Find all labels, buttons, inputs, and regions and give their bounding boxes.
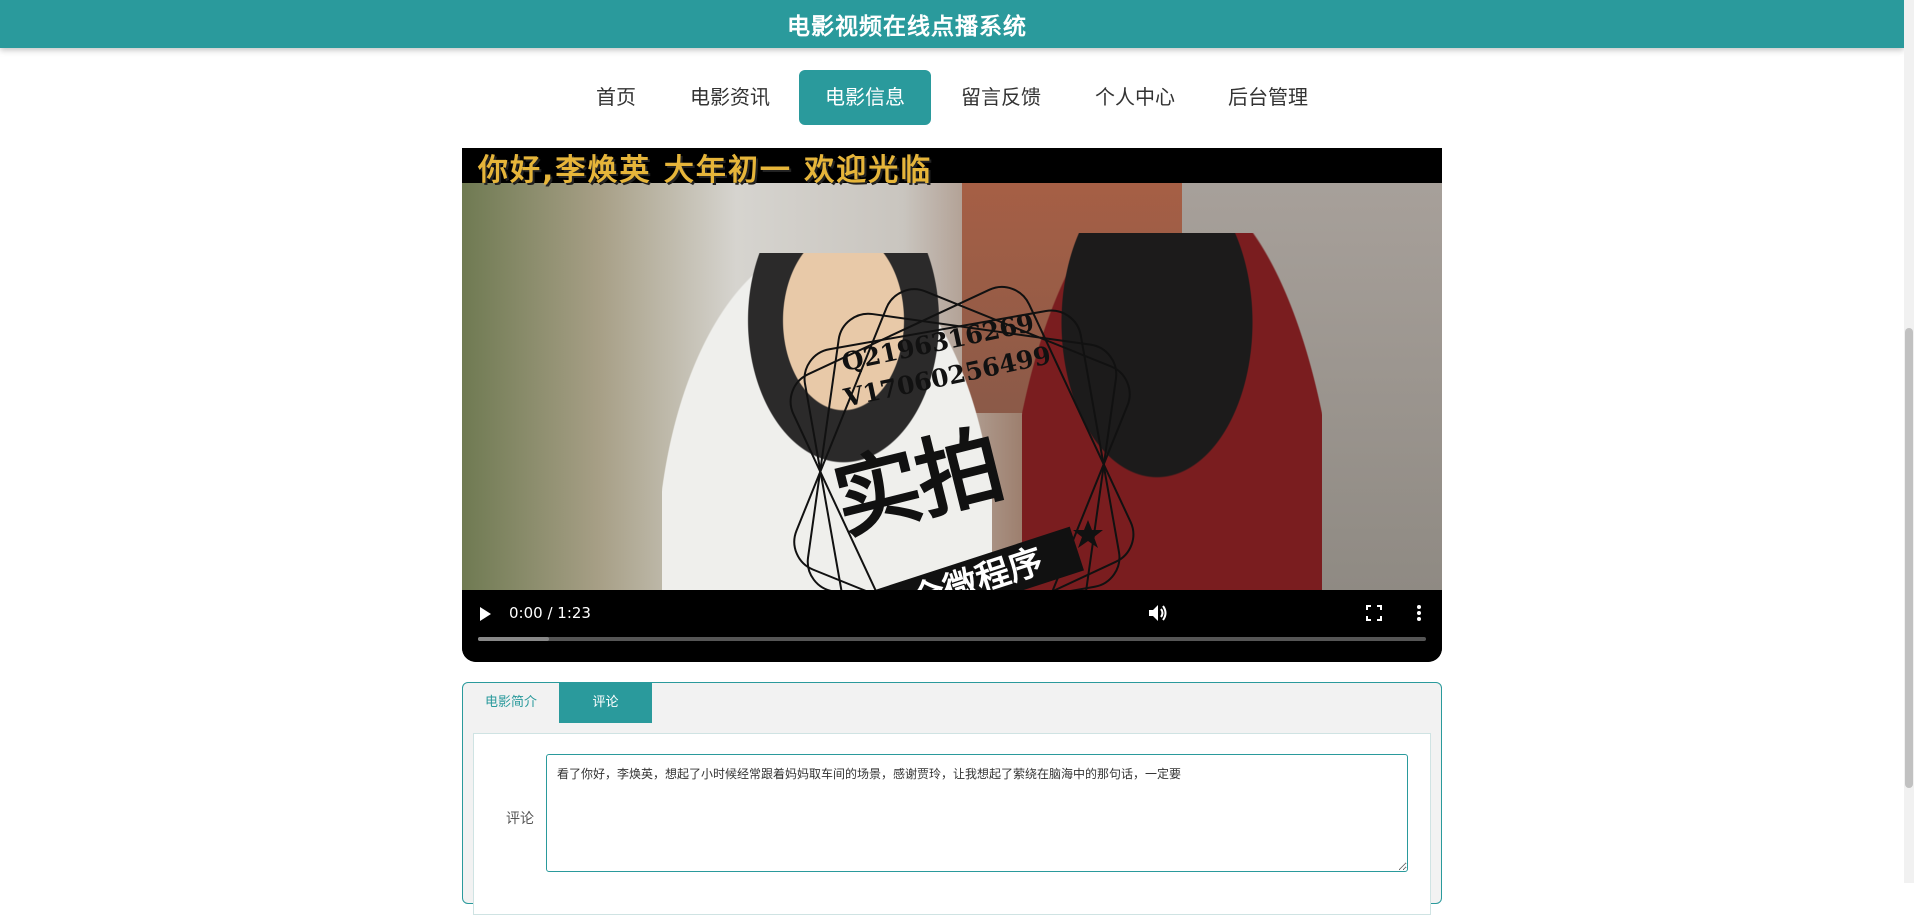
volume-icon[interactable] [1148, 604, 1168, 627]
comment-form: 评论 看了你好，李焕英，想起了小时候经常跟着妈妈取车间的场景，感谢贾玲，让我想起… [473, 733, 1431, 915]
scrollbar-thumb[interactable] [1905, 328, 1913, 788]
video-player[interactable]: 你好,李焕英 大年初一 欢迎光临 Q2196316269 V1706025649… [462, 148, 1442, 662]
video-controls: 0:00 / 1:23 [462, 590, 1442, 662]
nav-movie-info[interactable]: 电影信息 [799, 70, 931, 125]
tab-movie-intro[interactable]: 电影简介 [463, 683, 559, 723]
video-progress-bar[interactable] [478, 637, 1426, 641]
video-time: 0:00 / 1:23 [509, 604, 591, 622]
comment-textarea[interactable]: 看了你好，李焕英，想起了小时候经常跟着妈妈取车间的场景，感谢贾玲，让我想起了萦绕… [546, 754, 1408, 872]
play-icon[interactable] [478, 606, 492, 627]
fullscreen-icon[interactable] [1366, 605, 1382, 626]
video-buffer-fill [478, 637, 550, 641]
movie-detail-panel: 电影简介 评论 评论 看了你好，李焕英，想起了小时候经常跟着妈妈取车间的场景，感… [462, 682, 1442, 915]
more-vertical-icon[interactable] [1416, 604, 1422, 627]
comment-label: 评论 [506, 811, 534, 827]
main-nav: 首页 电影资讯 电影信息 留言反馈 个人中心 后台管理 [0, 70, 1904, 126]
nav-home[interactable]: 首页 [586, 70, 646, 125]
video-caption: 你好,李焕英 大年初一 欢迎光临 [478, 153, 933, 188]
tab-comments[interactable]: 评论 [559, 683, 652, 723]
header-bar: 电影视频在线点播系统 [0, 0, 1904, 48]
nav-movie-news[interactable]: 电影资讯 [680, 70, 780, 125]
nav-admin[interactable]: 后台管理 [1218, 70, 1318, 125]
nav-feedback[interactable]: 留言反馈 [951, 70, 1051, 125]
page-scrollbar[interactable] [1904, 0, 1914, 883]
site-title: 电影视频在线点播系统 [787, 14, 1027, 40]
video-frame[interactable]: 你好,李焕英 大年初一 欢迎光临 Q2196316269 V1706025649… [462, 148, 1442, 651]
nav-personal-center[interactable]: 个人中心 [1085, 70, 1185, 125]
